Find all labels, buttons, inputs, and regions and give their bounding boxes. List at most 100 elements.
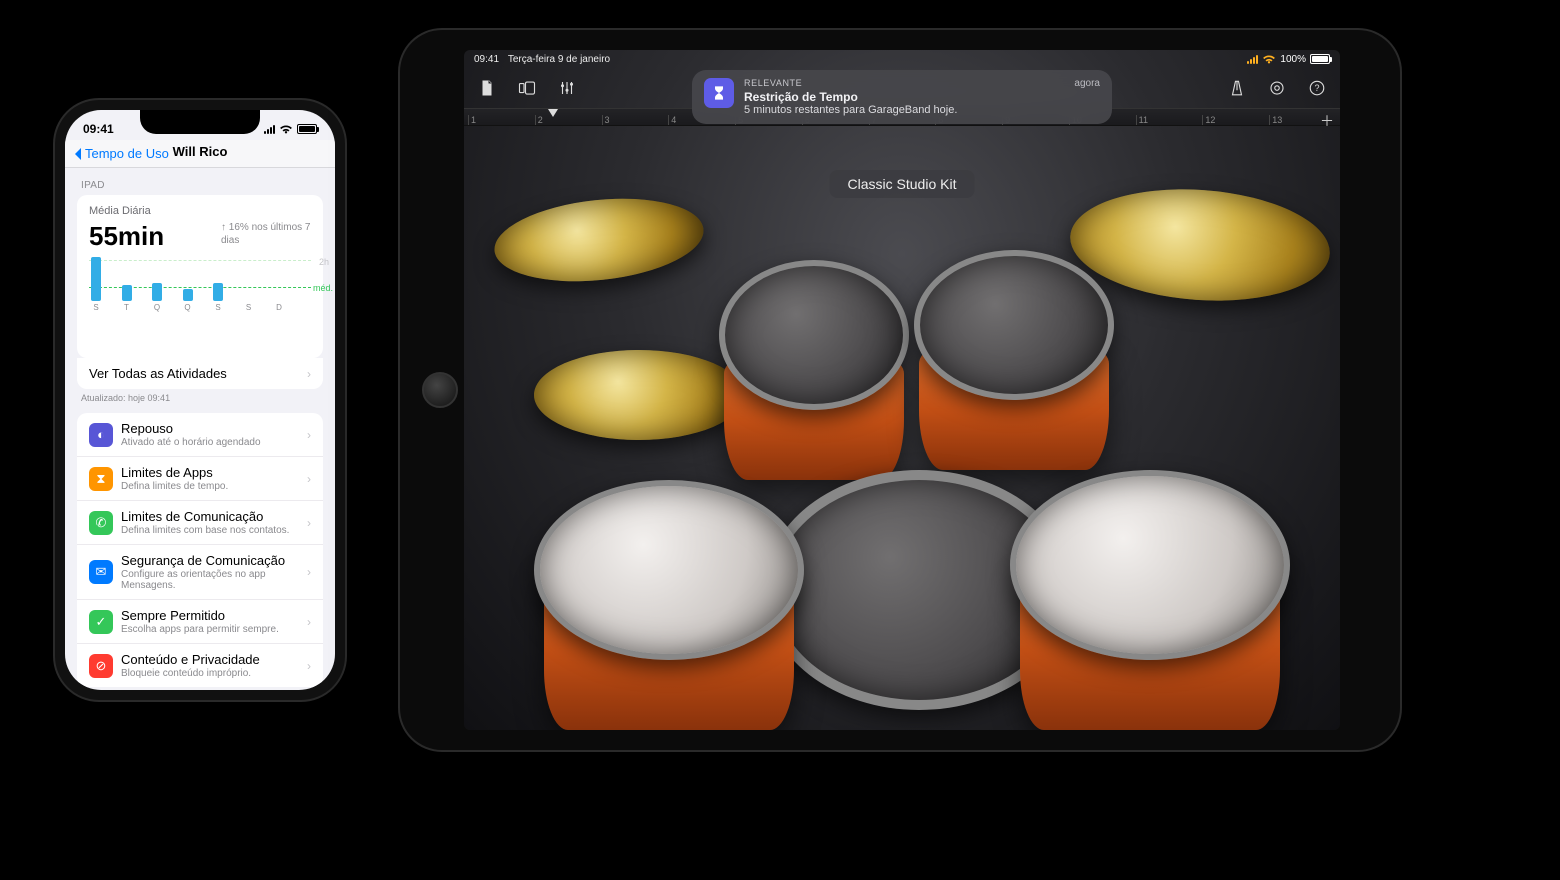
svg-text:?: ? [1314, 83, 1319, 93]
settings-row-subtitle: Escolha apps para permitir sempre. [121, 624, 299, 635]
ruler-mark: 1 [468, 115, 535, 125]
settings-row-icon: ✉ [89, 560, 113, 584]
status-icons [264, 124, 317, 134]
settings-row[interactable]: ✓ Sempre Permitido Escolha apps para per… [77, 600, 323, 644]
card-trend: 16% nos últimos 7 dias [221, 221, 311, 247]
chevron-right-icon: › [307, 516, 311, 530]
bars-row: STQQSSD [89, 262, 311, 312]
ipad-status-time: 09:41 [474, 54, 499, 65]
tom-1[interactable] [719, 260, 909, 410]
chevron-left-icon [73, 147, 83, 161]
screen-time-notification[interactable]: RELEVANTE agora Restrição de Tempo 5 min… [692, 70, 1112, 124]
settings-row[interactable]: ⧗ Limites de Apps Defina limites de temp… [77, 457, 323, 501]
signal-icon [1247, 54, 1258, 64]
ruler-mark: 11 [1136, 115, 1203, 125]
drum-kit-label: Classic Studio Kit [848, 176, 957, 192]
wifi-icon [1262, 54, 1276, 64]
ruler-mark: 3 [602, 115, 669, 125]
settings-row-subtitle: Defina limites de tempo. [121, 481, 299, 492]
tom-2[interactable] [914, 250, 1114, 400]
playhead-icon[interactable] [548, 109, 558, 117]
settings-row-icon: ⧗ [89, 467, 113, 491]
settings-row-text: Limites de Apps Defina limites de tempo. [121, 465, 299, 492]
usage-bar-chart: 2h méd. STQQSSD [89, 260, 311, 324]
chevron-right-icon: › [307, 428, 311, 442]
settings-row-subtitle: Ativado até o horário agendado [121, 437, 299, 448]
hi-hat-cymbal[interactable] [490, 189, 707, 291]
settings-row-icon: ✆ [89, 511, 113, 535]
settings-row-subtitle: Configure as orientações no app Mensagen… [121, 569, 299, 591]
card-label: Média Diária [89, 205, 311, 217]
wifi-icon [279, 124, 293, 134]
ipad-device: 09:41 Terça-feira 9 de janeiro 100% [400, 30, 1400, 750]
settings-button[interactable] [1264, 75, 1290, 101]
settings-row[interactable]: ✉ Segurança de Comunicação Configure as … [77, 545, 323, 600]
metronome-button[interactable] [1224, 75, 1250, 101]
home-button[interactable] [422, 372, 458, 408]
ride-cymbal[interactable] [1066, 181, 1333, 309]
notification-category: RELEVANTE [744, 78, 802, 89]
track-controls-button[interactable] [554, 75, 580, 101]
iphone-screen: 09:41 Tempo de Uso Will Rico IPAD Média … [65, 110, 335, 690]
ruler-mark: 12 [1202, 115, 1269, 125]
screentime-settings-list: ◐ Repouso Ativado até o horário agendado… [77, 413, 323, 687]
settings-row[interactable]: ◐ Repouso Ativado até o horário agendado… [77, 413, 323, 457]
see-all-activities[interactable]: Ver Todas as Atividades › [77, 358, 323, 389]
nav-back-label: Tempo de Uso [85, 146, 169, 161]
ipad-status-right: 100% [1247, 54, 1330, 65]
settings-row-title: Sempre Permitido [121, 608, 299, 623]
chevron-right-icon: › [307, 615, 311, 629]
iphone-notch [140, 110, 260, 134]
daily-average-card[interactable]: Média Diária 55min 16% nos últimos 7 dia… [77, 195, 323, 358]
hourglass-icon [704, 78, 734, 108]
settings-row-text: Segurança de Comunicação Configure as or… [121, 553, 299, 591]
my-songs-button[interactable] [474, 75, 500, 101]
see-all-row-container: Ver Todas as Atividades › [77, 358, 323, 389]
settings-row-title: Repouso [121, 421, 299, 436]
notification-time: agora [1074, 78, 1100, 89]
iphone-device: 09:41 Tempo de Uso Will Rico IPAD Média … [55, 100, 345, 700]
signal-icon [264, 124, 275, 134]
settings-row-subtitle: Defina limites com base nos contatos. [121, 525, 299, 536]
axis-mean-label: méd. [313, 283, 333, 293]
floor-tom[interactable] [1010, 470, 1290, 660]
chart-bar: T [120, 285, 134, 312]
notification-body: RELEVANTE agora Restrição de Tempo 5 min… [744, 78, 1100, 116]
chart-bar: Q [150, 283, 164, 312]
ipad-status-bar: 09:41 Terça-feira 9 de janeiro 100% [464, 50, 1340, 68]
chart-bar: S [211, 283, 225, 312]
add-section-button[interactable]: ＋ [1320, 111, 1334, 131]
browser-button[interactable] [514, 75, 540, 101]
settings-row-text: Conteúdo e Privacidade Bloqueie conteúdo… [121, 652, 299, 679]
settings-row-text: Sempre Permitido Escolha apps para permi… [121, 608, 299, 635]
chart-bar: D [272, 301, 286, 312]
battery-icon [1310, 54, 1330, 64]
settings-row-title: Limites de Apps [121, 465, 299, 480]
see-all-label: Ver Todas as Atividades [89, 366, 299, 381]
ipad-screen: 09:41 Terça-feira 9 de janeiro 100% [464, 50, 1340, 730]
chart-bar: Q [181, 289, 195, 313]
ruler-mark: 2 [535, 115, 602, 125]
settings-row[interactable]: ⊘ Conteúdo e Privacidade Bloqueie conteú… [77, 644, 323, 687]
settings-row-text: Repouso Ativado até o horário agendado [121, 421, 299, 448]
settings-row-title: Limites de Comunicação [121, 509, 299, 524]
section-header: IPAD [65, 168, 335, 195]
settings-row-title: Segurança de Comunicação [121, 553, 299, 568]
nav-back-button[interactable]: Tempo de Uso [73, 146, 169, 161]
settings-row-subtitle: Bloqueie conteúdo impróprio. [121, 668, 299, 679]
ipad-status-left: 09:41 Terça-feira 9 de janeiro [474, 54, 610, 65]
chart-bar: S [89, 257, 103, 312]
chevron-right-icon: › [307, 659, 311, 673]
ipad-status-date: Terça-feira 9 de janeiro [508, 54, 610, 65]
notification-message: 5 minutos restantes para GarageBand hoje… [744, 104, 1100, 116]
drum-kit-selector[interactable]: Classic Studio Kit [830, 170, 975, 198]
axis-top-label: 2h [319, 257, 329, 267]
battery-percent: 100% [1280, 54, 1306, 65]
status-time: 09:41 [83, 122, 114, 136]
help-button[interactable]: ? [1304, 75, 1330, 101]
snare-drum[interactable] [534, 480, 804, 660]
crash-cymbal-left[interactable] [534, 350, 744, 440]
settings-row[interactable]: ✆ Limites de Comunicação Defina limites … [77, 501, 323, 545]
chevron-right-icon: › [307, 565, 311, 579]
battery-icon [297, 124, 317, 134]
